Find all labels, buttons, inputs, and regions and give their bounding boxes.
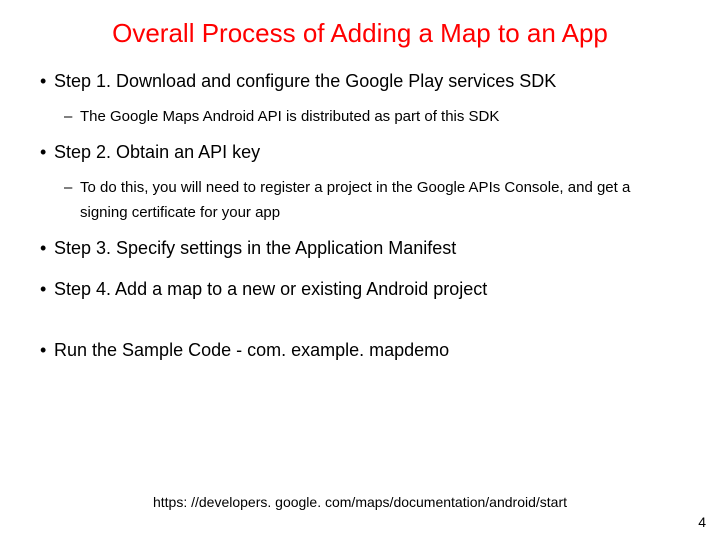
step1-sub-bullet: The Google Maps Android API is distribut… [40, 104, 680, 130]
step2-sub-bullet: To do this, you will need to register a … [40, 175, 680, 226]
step3-bullet: Step 3. Specify settings in the Applicat… [40, 238, 680, 259]
footer-link: https: //developers. google. com/maps/do… [0, 494, 720, 510]
run-bullet: Run the Sample Code - com. example. mapd… [40, 340, 680, 361]
step2-bullet: Step 2. Obtain an API key [40, 142, 680, 163]
step4-bullet: Step 4. Add a map to a new or existing A… [40, 279, 680, 300]
page-number: 4 [698, 514, 706, 530]
slide-title: Overall Process of Adding a Map to an Ap… [50, 18, 670, 49]
step1-bullet: Step 1. Download and configure the Googl… [40, 71, 680, 92]
